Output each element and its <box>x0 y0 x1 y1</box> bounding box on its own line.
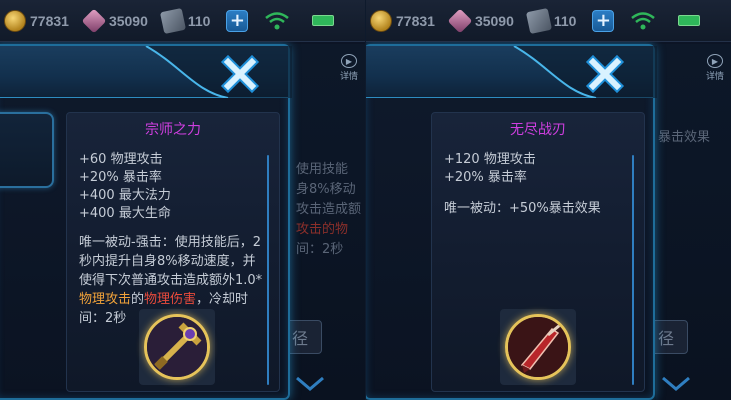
gem-counter: 35090 <box>81 8 148 33</box>
gem-counter: 35090 <box>447 8 514 33</box>
wifi-icon <box>265 11 290 29</box>
close-icon <box>585 54 625 94</box>
card-icon <box>525 7 552 34</box>
item-detail-panel-right: ▶ 详情 暴击效果 径 无尽战刃 +120 物理攻击 +20% 暴击率 唯一被动… <box>365 0 731 400</box>
status-bar: 77831 35090 110 + <box>366 0 731 42</box>
expand-button[interactable] <box>290 372 330 396</box>
scrollbar[interactable] <box>267 155 269 385</box>
item-name: 无尽战刃 <box>510 122 566 138</box>
item-icon-frame <box>139 309 215 385</box>
stat-line: +60 物理攻击 <box>79 152 163 167</box>
detail-label: 详情 <box>705 72 724 82</box>
gem-value: 35090 <box>474 12 514 29</box>
sword-hilt-icon <box>144 314 210 380</box>
chevron-down-icon <box>662 376 690 391</box>
background-line: 间：2秒 <box>296 242 344 257</box>
gem-icon <box>447 8 473 33</box>
gem-value: 35090 <box>108 12 148 29</box>
card-value: 110 <box>187 12 211 29</box>
item-stats: +60 物理攻击 +20% 暴击率 +400 最大法力 +400 最大生命 <box>79 151 171 223</box>
path-label: 径 <box>291 329 308 348</box>
background-line: 攻击的物 <box>296 222 349 237</box>
card-counter: 110 <box>525 7 577 34</box>
item-icon-frame <box>500 309 576 385</box>
stat-line: +20% 暴击率 <box>444 170 527 185</box>
path-label: 径 <box>657 329 674 348</box>
background-line: 暴击效果 <box>658 130 711 145</box>
item-card: 宗师之力 +60 物理攻击 +20% 暴击率 +400 最大法力 +400 最大… <box>66 112 280 392</box>
battery-icon <box>312 15 335 26</box>
item-passive: 唯一被动：+50%暴击效果 <box>444 201 601 216</box>
crimson-blade-icon <box>505 314 571 380</box>
battery-icon <box>678 15 701 26</box>
detail-button[interactable]: ▶ 详情 <box>336 54 362 82</box>
physical-attack-highlight: 物理攻击 <box>79 292 132 307</box>
gold-value: 77831 <box>396 12 435 29</box>
gem-icon <box>81 8 107 33</box>
detail-button[interactable]: ▶ 详情 <box>702 54 728 82</box>
expand-button[interactable] <box>656 372 696 396</box>
card-counter: 110 <box>159 7 211 34</box>
card-icon <box>159 7 186 34</box>
item-card: 无尽战刃 +120 物理攻击 +20% 暴击率 唯一被动：+50%暴击效果 <box>431 112 645 392</box>
background-line: 使用技能 <box>296 162 349 177</box>
item-name: 宗师之力 <box>145 122 201 138</box>
close-button[interactable] <box>218 52 262 96</box>
physical-damage-highlight: 物理伤害 <box>144 292 197 307</box>
item-stats: +120 物理攻击 +20% 暴击率 <box>444 151 536 187</box>
chevron-down-icon <box>296 376 324 391</box>
play-icon: ▶ <box>707 54 723 68</box>
gold-counter: 77831 <box>370 9 435 32</box>
gold-value: 77831 <box>30 12 69 29</box>
stat-line: +400 最大生命 <box>79 206 171 221</box>
passive-text: 唯一被动-强击：使用技能后，2秒内提升自身8%移动速度，并使得下次普通攻击造成额… <box>79 235 263 288</box>
background-line: 身8%移动 <box>296 182 356 197</box>
item-detail-panel-left: ▶ 详情 使用技能 身8%移动 攻击造成额 攻击的物 间：2秒 径 宗师之力 + <box>0 0 366 400</box>
wifi-icon <box>631 11 656 29</box>
gold-coin-icon <box>4 9 26 32</box>
background-line: 攻击造成额 <box>296 202 362 217</box>
close-button[interactable] <box>583 52 627 96</box>
side-tab[interactable] <box>0 112 54 188</box>
gold-counter: 77831 <box>4 9 69 32</box>
add-currency-button[interactable]: + <box>592 9 615 32</box>
background-text: 暴击效果 <box>658 128 710 148</box>
stat-line: +20% 暴击率 <box>79 170 162 185</box>
play-icon: ▶ <box>341 54 357 68</box>
gold-coin-icon <box>370 9 392 32</box>
detail-label: 详情 <box>339 72 358 82</box>
scrollbar[interactable] <box>632 155 634 385</box>
status-bar: 77831 35090 110 + <box>0 0 366 42</box>
add-currency-button[interactable]: + <box>226 9 249 32</box>
background-text: 使用技能 身8%移动 攻击造成额 攻击的物 间：2秒 <box>296 160 361 260</box>
stat-line: +120 物理攻击 <box>444 152 536 167</box>
passive-connector: 的 <box>131 292 145 307</box>
close-icon <box>220 54 260 94</box>
stat-line: +400 最大法力 <box>79 188 171 203</box>
card-value: 110 <box>553 12 577 29</box>
